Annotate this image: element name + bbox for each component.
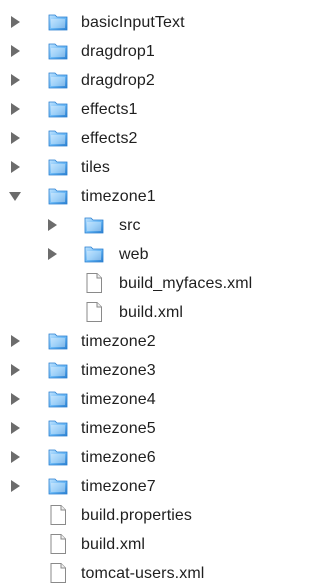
folder-icon — [47, 359, 69, 381]
tree-row-folder[interactable]: basicInputText — [0, 8, 295, 37]
tree-row-folder[interactable]: timezone6 — [0, 443, 295, 472]
disclosure-down-icon[interactable] — [9, 190, 21, 202]
folder-icon — [47, 127, 69, 149]
folder-icon — [47, 446, 69, 468]
tree-item-label: build.xml — [81, 536, 146, 553]
tree-item-label: basicInputText — [81, 14, 185, 31]
disclosure-right-icon[interactable] — [46, 219, 58, 231]
tree-item-label: timezone4 — [81, 391, 156, 408]
tree-item-label: build_myfaces.xml — [119, 275, 253, 292]
tree-item-label: timezone6 — [81, 449, 156, 466]
folder-icon — [47, 69, 69, 91]
folder-icon — [47, 417, 69, 439]
file-icon — [47, 533, 69, 555]
tree-row-folder[interactable]: src — [0, 211, 295, 240]
file-tree: basicInputText dragdrop1 dragdrop2 effects1… — [0, 0, 295, 583]
folder-icon — [47, 330, 69, 352]
file-icon — [83, 301, 105, 323]
tree-item-label: src — [119, 217, 141, 234]
tree-item-label: build.xml — [119, 304, 184, 321]
tree-row-folder[interactable]: timezone2 — [0, 327, 295, 356]
tree-row-folder[interactable]: tiles — [0, 153, 295, 182]
tree-item-label: build.properties — [81, 507, 192, 524]
file-icon — [83, 272, 105, 294]
folder-icon — [47, 475, 69, 497]
folder-icon — [47, 388, 69, 410]
disclosure-right-icon[interactable] — [9, 45, 21, 57]
tree-row-folder[interactable]: timezone1 — [0, 182, 295, 211]
disclosure-right-icon[interactable] — [9, 161, 21, 173]
tree-row-folder[interactable]: dragdrop1 — [0, 37, 295, 66]
tree-item-label: timezone1 — [81, 188, 156, 205]
tree-item-label: timezone7 — [81, 478, 156, 495]
tree-row-file[interactable]: tomcat-users.xml — [0, 559, 295, 588]
disclosure-right-icon[interactable] — [9, 364, 21, 376]
folder-icon — [47, 11, 69, 33]
disclosure-right-icon[interactable] — [9, 393, 21, 405]
disclosure-right-icon[interactable] — [9, 335, 21, 347]
tree-item-label: timezone5 — [81, 420, 156, 437]
tree-row-folder[interactable]: effects2 — [0, 124, 295, 153]
tree-row-folder[interactable]: timezone4 — [0, 385, 295, 414]
tree-item-label: effects1 — [81, 101, 138, 118]
folder-icon — [83, 243, 105, 265]
tree-row-folder[interactable]: timezone7 — [0, 472, 295, 501]
disclosure-right-icon[interactable] — [9, 480, 21, 492]
disclosure-right-icon[interactable] — [9, 422, 21, 434]
folder-icon — [47, 98, 69, 120]
tree-row-folder[interactable]: web — [0, 240, 295, 269]
tree-item-label: dragdrop1 — [81, 43, 155, 60]
disclosure-right-icon[interactable] — [9, 74, 21, 86]
tree-row-file[interactable]: build.xml — [0, 530, 295, 559]
disclosure-right-icon[interactable] — [46, 248, 58, 260]
disclosure-right-icon[interactable] — [9, 451, 21, 463]
disclosure-right-icon[interactable] — [9, 103, 21, 115]
tree-item-label: timezone3 — [81, 362, 156, 379]
tree-item-label: tiles — [81, 159, 110, 176]
tree-row-file[interactable]: build.properties — [0, 501, 295, 530]
tree-item-label: tomcat-users.xml — [81, 565, 205, 582]
tree-item-label: effects2 — [81, 130, 138, 147]
folder-icon — [47, 185, 69, 207]
tree-row-folder[interactable]: timezone5 — [0, 414, 295, 443]
tree-row-folder[interactable]: effects1 — [0, 95, 295, 124]
tree-item-label: web — [119, 246, 149, 263]
disclosure-right-icon[interactable] — [9, 132, 21, 144]
file-icon — [47, 504, 69, 526]
tree-row-file[interactable]: build.xml — [0, 298, 295, 327]
disclosure-right-icon[interactable] — [9, 16, 21, 28]
tree-item-label: timezone2 — [81, 333, 156, 350]
tree-item-label: dragdrop2 — [81, 72, 155, 89]
tree-row-folder[interactable]: dragdrop2 — [0, 66, 295, 95]
folder-icon — [47, 156, 69, 178]
folder-icon — [83, 214, 105, 236]
tree-row-folder[interactable]: timezone3 — [0, 356, 295, 385]
folder-icon — [47, 40, 69, 62]
tree-row-file[interactable]: build_myfaces.xml — [0, 269, 295, 298]
